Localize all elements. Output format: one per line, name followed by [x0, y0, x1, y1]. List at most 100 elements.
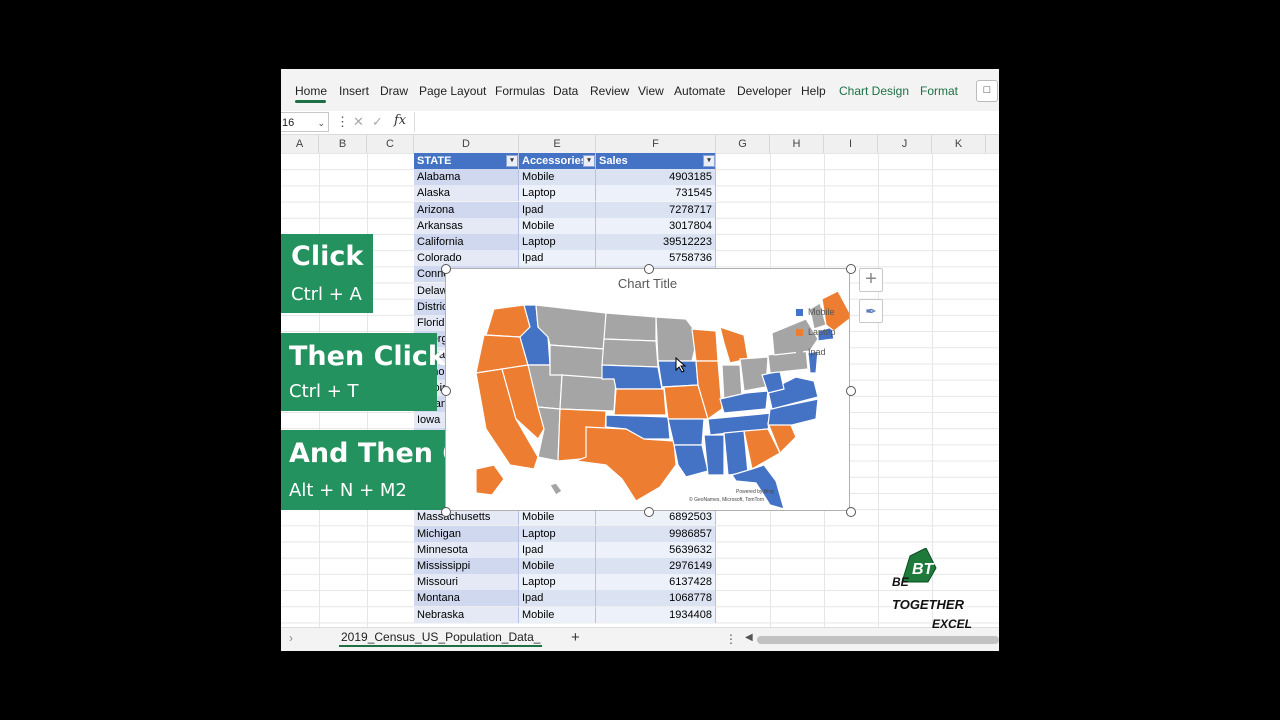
legend-item-mobile[interactable]: Mobile	[796, 307, 835, 317]
cell-sales[interactable]: 731545	[596, 185, 716, 202]
cell-accessories[interactable]: Ipad	[519, 541, 596, 558]
column-header-a[interactable]: A	[281, 135, 319, 153]
header-sales[interactable]: Sales ▾	[596, 153, 716, 169]
header-state[interactable]: STATE ▾	[414, 153, 519, 169]
comment-icon[interactable]: □	[976, 80, 998, 102]
cell-state[interactable]: Nebraska	[414, 606, 519, 623]
confirm-icon[interactable]: ✓	[372, 114, 383, 130]
cell-sales[interactable]: 1068778	[596, 590, 716, 607]
cell-accessories[interactable]: Mobile	[519, 509, 596, 526]
cell-state[interactable]: Montana	[414, 590, 519, 607]
cell-sales[interactable]: 9986857	[596, 525, 716, 542]
column-header-h[interactable]: H	[770, 135, 824, 153]
insert-function-icon[interactable]: fx	[394, 113, 406, 128]
table-row: California Laptop 39512223	[414, 234, 716, 250]
more-options-icon[interactable]: ⋮	[336, 114, 349, 130]
tab-draw[interactable]: Draw	[380, 84, 408, 98]
add-sheet-button[interactable]: +	[571, 629, 580, 646]
map-chart[interactable]: Chart Title Mobile Laptop Ipad Powered b…	[445, 268, 850, 511]
cell-sales[interactable]: 7278717	[596, 201, 716, 218]
cell-sales[interactable]: 6137428	[596, 574, 716, 591]
tab-help[interactable]: Help	[801, 84, 826, 98]
column-header-j[interactable]: J	[878, 135, 932, 153]
cell-state[interactable]: Colorado	[414, 250, 519, 267]
tab-insert[interactable]: Insert	[339, 84, 369, 98]
cell-state[interactable]: Michigan	[414, 525, 519, 542]
us-map	[475, 290, 849, 510]
resize-handle[interactable]	[846, 507, 856, 517]
cell-accessories[interactable]: Ipad	[519, 250, 596, 267]
cell-sales[interactable]: 3017804	[596, 217, 716, 234]
chevron-right-icon[interactable]: ›	[289, 631, 293, 645]
cell-state[interactable]: Massachusetts	[414, 509, 519, 526]
scroll-left-icon[interactable]: ◀	[745, 632, 753, 643]
tab-formulas[interactable]: Formulas	[495, 84, 545, 98]
cell-sales[interactable]: 6892503	[596, 509, 716, 526]
resize-handle[interactable]	[644, 264, 654, 274]
column-header-e[interactable]: E	[519, 135, 596, 153]
cell-accessories[interactable]: Mobile	[519, 217, 596, 234]
resize-handle[interactable]	[846, 264, 856, 274]
cell-sales[interactable]: 2976149	[596, 558, 716, 574]
column-header-f[interactable]: F	[596, 135, 716, 153]
cell-sales[interactable]: 1934408	[596, 606, 716, 623]
filter-dropdown-icon[interactable]: ▾	[506, 155, 518, 167]
column-header-b[interactable]: B	[319, 135, 367, 153]
sheet-tab[interactable]: 2019_Census_US_Population_Data_	[339, 630, 543, 647]
tab-chart-design[interactable]: Chart Design	[839, 84, 909, 98]
legend-item-laptop[interactable]: Laptop	[796, 327, 836, 337]
column-header-g[interactable]: G	[716, 135, 770, 153]
cell-state[interactable]: Mississippi	[414, 558, 519, 574]
cell-sales[interactable]: 39512223	[596, 234, 716, 250]
tab-page-layout[interactable]: Page Layout	[419, 84, 486, 98]
cell-state[interactable]: Minnesota	[414, 541, 519, 558]
cell-accessories[interactable]: Laptop	[519, 185, 596, 202]
resize-handle[interactable]	[441, 264, 451, 274]
cell-state[interactable]: California	[414, 234, 519, 250]
cell-state[interactable]: Arizona	[414, 201, 519, 218]
map-region-washington	[485, 304, 531, 338]
tab-review[interactable]: Review	[590, 84, 629, 98]
cell-sales[interactable]: 5639632	[596, 541, 716, 558]
header-accessories[interactable]: Accessories ▾	[519, 153, 596, 169]
cell-sales[interactable]: 4903185	[596, 169, 716, 186]
cell-accessories[interactable]: Ipad	[519, 590, 596, 607]
cell-sales[interactable]: 5758736	[596, 250, 716, 267]
chart-styles-button[interactable]: ✒	[859, 299, 883, 323]
legend-item-ipad[interactable]: Ipad	[796, 347, 826, 357]
cell-accessories[interactable]: Laptop	[519, 525, 596, 542]
cell-accessories[interactable]: Laptop	[519, 574, 596, 591]
cell-state[interactable]: Alaska	[414, 185, 519, 202]
filter-dropdown-icon[interactable]: ▾	[703, 155, 715, 167]
cell-accessories[interactable]: Ipad	[519, 201, 596, 218]
cell-state[interactable]: Arkansas	[414, 217, 519, 234]
cell-accessories[interactable]: Mobile	[519, 558, 596, 574]
cell-accessories[interactable]: Mobile	[519, 169, 596, 186]
formula-input[interactable]	[414, 112, 999, 132]
cell-accessories[interactable]: Laptop	[519, 234, 596, 250]
cell-state[interactable]: Missouri	[414, 574, 519, 591]
column-header-k[interactable]: K	[932, 135, 986, 153]
tab-data[interactable]: Data	[553, 84, 578, 98]
tab-home[interactable]: Home	[295, 84, 327, 98]
resize-handle[interactable]	[644, 507, 654, 517]
more-options-icon[interactable]: ⋮	[725, 632, 737, 646]
tab-automate[interactable]: Automate	[674, 84, 725, 98]
tab-format[interactable]: Format	[920, 84, 958, 98]
cell-state[interactable]: Alabama	[414, 169, 519, 186]
chart-elements-button[interactable]: +	[859, 268, 883, 292]
tab-view[interactable]: View	[638, 84, 664, 98]
cancel-icon[interactable]: ✕	[353, 114, 364, 130]
horizontal-scrollbar[interactable]	[757, 636, 999, 644]
name-box[interactable]: 16 ⌄	[281, 112, 329, 132]
legend-swatch-ipad	[796, 349, 803, 357]
column-header-c[interactable]: C	[367, 135, 414, 153]
resize-handle[interactable]	[441, 386, 451, 396]
column-header-d[interactable]: D	[414, 135, 519, 153]
column-header-i[interactable]: I	[824, 135, 878, 153]
tab-developer[interactable]: Developer	[737, 84, 792, 98]
resize-handle[interactable]	[846, 386, 856, 396]
resize-handle[interactable]	[441, 507, 451, 517]
cell-accessories[interactable]: Mobile	[519, 606, 596, 623]
filter-dropdown-icon[interactable]: ▾	[583, 155, 595, 167]
